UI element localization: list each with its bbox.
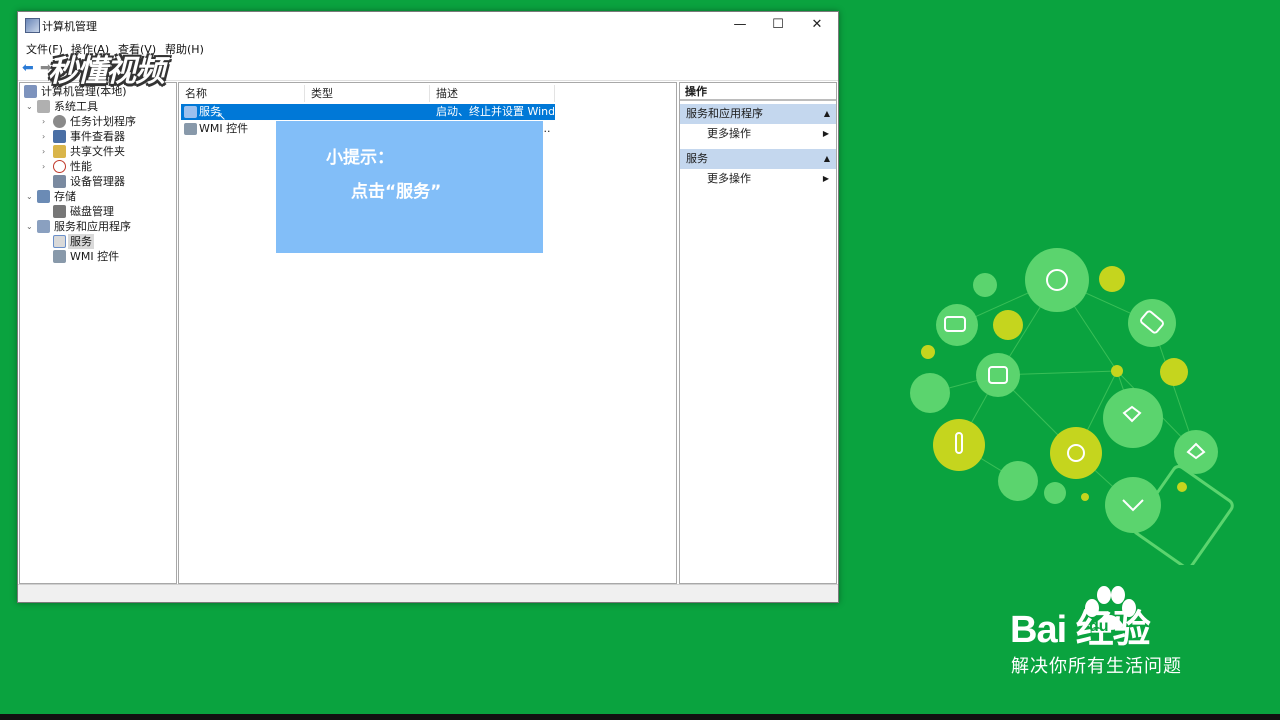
expand-chevron-icon[interactable]: › bbox=[42, 144, 52, 159]
tree-item-label: 性能 bbox=[70, 160, 92, 173]
baidu-tagline: 解决你所有生活问题 bbox=[1011, 656, 1182, 677]
list-row-services[interactable]: 服务 启动、终止并设置 Wind... ↖ bbox=[181, 104, 555, 123]
tools-icon bbox=[37, 100, 50, 113]
actions-header: 操作 bbox=[680, 83, 836, 101]
section-title: 服务和应用程序 bbox=[686, 107, 763, 120]
column-header-description[interactable]: 描述 bbox=[430, 85, 555, 102]
tree-item-label: 磁盘管理 bbox=[70, 205, 114, 218]
tip-overlay: 小提示： 点击“服务” bbox=[276, 121, 543, 253]
status-bar bbox=[18, 584, 838, 602]
window-title: 计算机管理 bbox=[42, 20, 97, 33]
section-title: 服务 bbox=[686, 152, 708, 165]
tree-item-label: 共享文件夹 bbox=[70, 145, 125, 158]
computer-management-icon bbox=[25, 18, 40, 33]
services-apps-icon bbox=[37, 220, 50, 233]
submenu-arrow-icon: ▶ bbox=[822, 174, 829, 183]
minimize-button[interactable]: — bbox=[721, 12, 759, 38]
tip-text: 点击“服务” bbox=[351, 182, 442, 202]
menu-help[interactable]: 帮助(H) bbox=[165, 41, 204, 57]
details-list: 名称 类型 描述 服务 启动、终止并设置 Wind... ↖ WMI 控件 ..… bbox=[178, 82, 677, 584]
tree-item-label: 存储 bbox=[54, 190, 76, 203]
lightbulb-illustration bbox=[910, 248, 1234, 565]
clock-icon bbox=[53, 115, 66, 128]
navigation-tree: 计算机管理(本地) ⌄ 系统工具 › 任务计划程序 › 事件查看器 › 共享文件… bbox=[19, 82, 177, 584]
more-actions-item[interactable]: 更多操作 ▶ bbox=[680, 169, 836, 189]
cell-description: 启动、终止并设置 Wind... bbox=[436, 105, 554, 118]
submenu-arrow-icon: ▶ bbox=[822, 129, 829, 138]
video-progress-bar bbox=[0, 714, 1280, 720]
actions-section-services-apps[interactable]: 服务和应用程序 ▲ bbox=[680, 104, 836, 124]
more-actions-item[interactable]: 更多操作 ▶ bbox=[680, 124, 836, 144]
services-gear-icon bbox=[184, 106, 197, 118]
tree-item-label: WMI 控件 bbox=[70, 250, 120, 263]
wmi-icon bbox=[184, 123, 197, 135]
maximize-button[interactable]: ☐ bbox=[759, 12, 797, 38]
computer-icon bbox=[24, 85, 37, 98]
collapse-chevron-icon[interactable]: ⌄ bbox=[26, 219, 36, 234]
baidu-jingyan-logo: Bai 经验 bbox=[1010, 609, 1151, 651]
close-button[interactable]: ✕ bbox=[798, 12, 836, 38]
computer-management-window: 计算机管理 — ☐ ✕ 文件(F) 操作(A) 查看(V) 帮助(H) ⬅ ➡ … bbox=[17, 11, 839, 603]
baidu-du-text: du bbox=[1089, 618, 1109, 635]
tree-item-label: 服务 bbox=[68, 234, 94, 249]
video-logo: 秒懂视频 bbox=[48, 54, 165, 89]
back-arrow-icon[interactable]: ⬅ bbox=[22, 61, 34, 75]
title-bar[interactable]: 计算机管理 — ☐ ✕ bbox=[18, 12, 838, 38]
expand-chevron-icon[interactable]: › bbox=[42, 159, 52, 174]
column-header-name[interactable]: 名称 bbox=[179, 85, 305, 102]
actions-section-services[interactable]: 服务 ▲ bbox=[680, 149, 836, 169]
cell-name: WMI 控件 bbox=[199, 122, 249, 135]
services-gear-icon bbox=[53, 235, 66, 248]
action-label: 更多操作 bbox=[707, 172, 751, 185]
disk-icon bbox=[53, 205, 66, 218]
wmi-icon bbox=[53, 250, 66, 263]
tree-item-label: 设备管理器 bbox=[70, 175, 125, 188]
expand-chevron-icon[interactable]: › bbox=[42, 114, 52, 129]
expand-chevron-icon[interactable]: › bbox=[42, 129, 52, 144]
shared-folder-icon bbox=[53, 145, 66, 158]
event-viewer-icon bbox=[53, 130, 66, 143]
tip-title: 小提示： bbox=[326, 148, 394, 168]
collapse-chevron-icon[interactable]: ⌄ bbox=[26, 189, 36, 204]
collapse-caret-icon[interactable]: ▲ bbox=[824, 104, 830, 124]
performance-icon bbox=[53, 160, 66, 173]
collapse-caret-icon[interactable]: ▲ bbox=[824, 149, 830, 169]
column-header-type[interactable]: 类型 bbox=[305, 85, 430, 102]
collapse-chevron-icon[interactable]: ⌄ bbox=[26, 99, 36, 114]
action-label: 更多操作 bbox=[707, 127, 751, 140]
storage-icon bbox=[37, 190, 50, 203]
tree-item-label: 系统工具 bbox=[54, 100, 98, 113]
tree-item-label: 服务和应用程序 bbox=[54, 220, 131, 233]
tree-item-label: 事件查看器 bbox=[70, 130, 125, 143]
actions-pane: 操作 服务和应用程序 ▲ 更多操作 ▶ 服务 ▲ 更多操作 ▶ bbox=[679, 82, 837, 584]
tree-item-label: 任务计划程序 bbox=[70, 115, 136, 128]
device-manager-icon bbox=[53, 175, 66, 188]
